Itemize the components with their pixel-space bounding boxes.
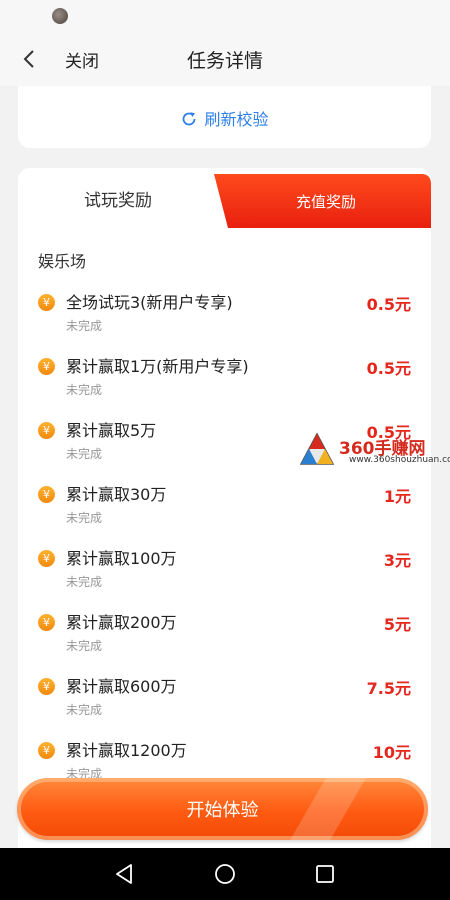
system-recents-icon[interactable] [313,862,337,886]
coin-icon: ¥ [38,358,55,375]
coin-icon: ¥ [38,486,55,503]
task-name: 累计赢取1万(新用户专享) [66,357,249,376]
refresh-label: 刷新校验 [204,110,269,129]
task-status: 未完成 [66,319,103,333]
tab-recharge-label: 充值奖励 [296,193,357,211]
status-bar [0,0,450,32]
notification-avatar-icon [52,8,68,24]
tab-header: 试玩奖励 充值奖励 [18,168,431,228]
refresh-card: 刷新校验 [18,86,431,148]
task-name: 累计赢取5万 [66,421,157,440]
tab-recharge-reward[interactable]: 充值奖励 [214,174,431,228]
task-reward: 3元 [383,551,411,570]
task-status: 未完成 [66,703,103,717]
system-back-icon[interactable] [112,862,136,886]
task-item[interactable]: ¥ 累计赢取100万 未完成 3元 [18,540,431,604]
reward-card: 试玩奖励 充值奖励 娱乐场 ¥ 全场试玩3(新用户专享) 未完成 0.5元 ¥ … [18,168,431,858]
task-status: 未完成 [66,447,103,461]
system-home-icon[interactable] [213,862,237,886]
coin-icon: ¥ [38,422,55,439]
start-button-label: 开始体验 [186,800,259,821]
task-name: 累计赢取30万 [66,485,167,504]
task-list: ¥ 全场试玩3(新用户专享) 未完成 0.5元 ¥ 累计赢取1万(新用户专享) … [18,284,431,796]
task-item[interactable]: ¥ 累计赢取200万 未完成 5元 [18,604,431,668]
nav-bar: 关闭 任务详情 [0,32,450,86]
task-name: 累计赢取600万 [66,677,177,696]
task-name: 累计赢取200万 [66,613,177,632]
task-status: 未完成 [66,639,103,653]
task-name: 累计赢取100万 [66,549,177,568]
task-reward: 1元 [383,487,411,506]
tab-trial-reward[interactable]: 试玩奖励 [18,168,228,228]
watermark: 360手赚网 www.360shouzhuan.com [297,432,450,472]
task-name: 累计赢取1200万 [66,741,187,760]
coin-icon: ¥ [38,742,55,759]
task-reward: 0.5元 [366,359,411,378]
refresh-verify-button[interactable]: 刷新校验 [18,106,431,130]
task-item[interactable]: ¥ 累计赢取1万(新用户专享) 未完成 0.5元 [18,348,431,412]
coin-icon: ¥ [38,678,55,695]
tab-trial-label: 试玩奖励 [84,191,152,211]
task-item[interactable]: ¥ 累计赢取30万 未完成 1元 [18,476,431,540]
task-status: 未完成 [66,383,103,397]
task-item[interactable]: ¥ 全场试玩3(新用户专享) 未完成 0.5元 [18,284,431,348]
task-item[interactable]: ¥ 累计赢取600万 未完成 7.5元 [18,668,431,732]
task-reward: 10元 [372,743,411,762]
task-name: 全场试玩3(新用户专享) [66,293,233,312]
watermark-url: www.360shouzhuan.com [349,455,450,465]
section-title: 娱乐场 [38,252,87,271]
start-experience-button[interactable]: 开始体验 [17,778,428,840]
page-title: 任务详情 [186,50,263,72]
coin-icon: ¥ [38,550,55,567]
system-navigation-bar [0,848,450,900]
coin-icon: ¥ [38,614,55,631]
task-status: 未完成 [66,511,103,525]
task-reward: 7.5元 [366,679,411,698]
task-status: 未完成 [66,575,103,589]
refresh-icon [183,112,196,126]
task-reward: 0.5元 [366,295,411,314]
watermark-logo-icon [299,432,335,465]
task-reward: 5元 [383,615,411,634]
coin-icon: ¥ [38,294,55,311]
